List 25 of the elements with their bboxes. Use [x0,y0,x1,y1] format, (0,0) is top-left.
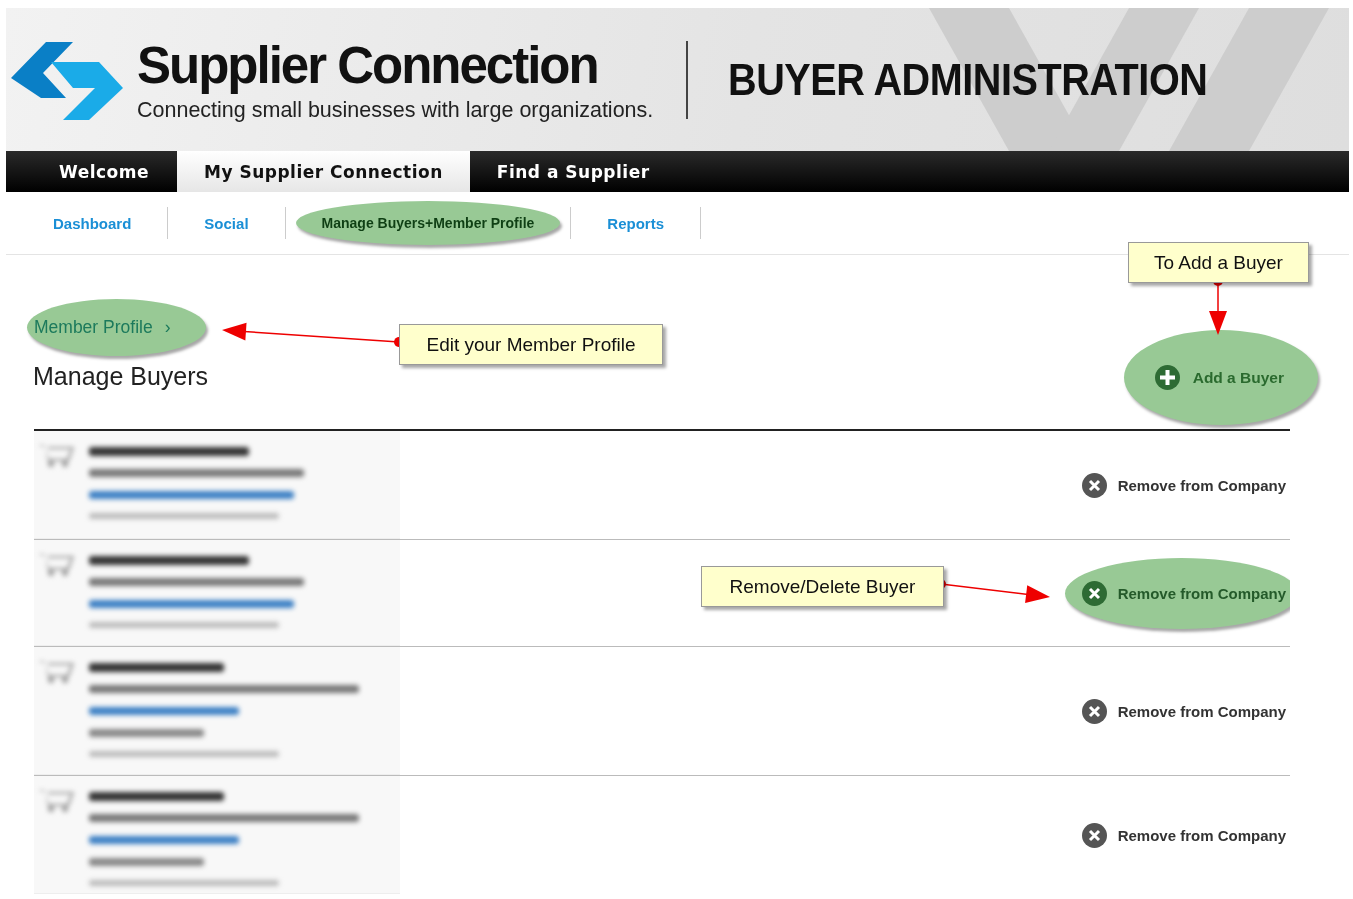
section-title: BUYER ADMINISTRATION [728,54,1208,105]
nav-tab[interactable]: Welcome [6,151,177,192]
subnav-link[interactable]: Social [168,214,285,232]
callout-note: Remove/Delete Buyer [701,566,944,607]
remove-from-company-button[interactable]: Remove from Company [1080,697,1286,725]
remove-from-company-button[interactable]: Remove from Company [1064,557,1290,629]
nav-tab[interactable]: Find a Supplier [469,151,677,192]
callout-note: Edit your Member Profile [399,324,663,365]
site-title: Supplier Connection [137,36,599,92]
close-icon [1080,697,1108,725]
add-buyer-button[interactable]: Add a Buyer [1123,330,1318,425]
remove-from-company-button[interactable]: Remove from Company [1080,821,1286,849]
logo-icon [11,39,123,120]
callout-note: To Add a Buyer [1128,242,1309,283]
tagline: Connecting small businesses with large organizations. [137,98,654,123]
subnav-link[interactable]: Manage Buyers+Member Profile [295,201,561,245]
close-icon [1080,579,1108,607]
page-heading: Manage Buyers [33,362,209,391]
subnav-link[interactable]: Dashboard [6,214,168,232]
subnav-link[interactable]: Reports [571,214,701,232]
plus-icon [1153,364,1181,391]
remove-from-company-button[interactable]: Remove from Company [1080,471,1286,499]
nav-tab[interactable]: My Supplier Connection [177,151,470,192]
close-icon [1080,821,1108,849]
close-icon [1080,471,1108,499]
